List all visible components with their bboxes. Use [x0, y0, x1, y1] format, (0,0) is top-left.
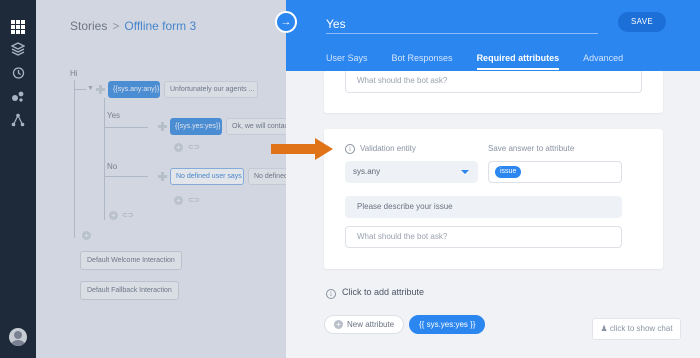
add-attribute-label: Click to add attribute: [342, 287, 425, 297]
panel-tabs: User Says Bot Responses Required attribu…: [326, 53, 647, 70]
collapse-panel-button[interactable]: →: [275, 11, 297, 33]
interaction-title-input[interactable]: [326, 14, 598, 34]
interaction-editor-panel: SAVE User Says Bot Responses Required at…: [286, 0, 700, 358]
grid-icon[interactable]: [8, 17, 28, 37]
attribute-chip[interactable]: issue: [495, 166, 522, 178]
bot-question-field[interactable]: What should the bot ask?: [345, 71, 642, 93]
network-icon[interactable]: [8, 110, 28, 130]
attribute-card: i Validation entity Save answer to attri…: [324, 129, 663, 269]
add-attribute-link[interactable]: i Click to add attribute: [326, 287, 424, 299]
history-icon[interactable]: [8, 63, 28, 83]
tab-user-says[interactable]: User Says: [326, 53, 368, 70]
validation-entity-select[interactable]: sys.any: [345, 161, 478, 183]
bot-question-field[interactable]: What should the bot ask?: [345, 226, 622, 248]
tab-required-attributes[interactable]: Required attributes: [476, 53, 560, 70]
avatar[interactable]: [9, 328, 27, 346]
bot-prompt-field[interactable]: Please describe your issue: [345, 196, 622, 218]
save-answer-label: Save answer to attribute: [488, 144, 575, 153]
info-icon: i: [345, 144, 355, 154]
arrow-right-icon: →: [280, 16, 292, 28]
modal-overlay[interactable]: [36, 0, 286, 358]
plus-icon: +: [334, 320, 343, 329]
sys-attribute-chip[interactable]: {{ sys.yes:yes }}: [409, 315, 486, 334]
chevron-down-icon: [461, 170, 469, 174]
save-button[interactable]: SAVE: [618, 12, 666, 32]
bubbles-icon[interactable]: [8, 86, 28, 106]
tab-bot-responses[interactable]: Bot Responses: [392, 53, 453, 70]
show-chat-label: click to show chat: [609, 324, 673, 333]
panel-header: SAVE User Says Bot Responses Required at…: [286, 0, 700, 71]
new-attribute-label: New attribute: [347, 320, 395, 329]
info-icon: i: [326, 289, 336, 299]
validation-entity-value: sys.any: [353, 167, 381, 176]
save-attribute-field[interactable]: issue: [488, 161, 622, 183]
show-chat-button[interactable]: ♟ click to show chat: [592, 318, 681, 340]
validation-entity-label: Validation entity: [360, 144, 416, 153]
attribute-card: What should the bot ask?: [324, 71, 663, 113]
annotation-arrow-icon: [271, 138, 333, 160]
app-sidebar: [0, 0, 36, 358]
new-attribute-button[interactable]: + New attribute: [324, 315, 405, 334]
layers-icon[interactable]: [8, 39, 28, 59]
chat-icon: ♟: [600, 324, 610, 333]
tab-advanced[interactable]: Advanced: [583, 53, 623, 70]
